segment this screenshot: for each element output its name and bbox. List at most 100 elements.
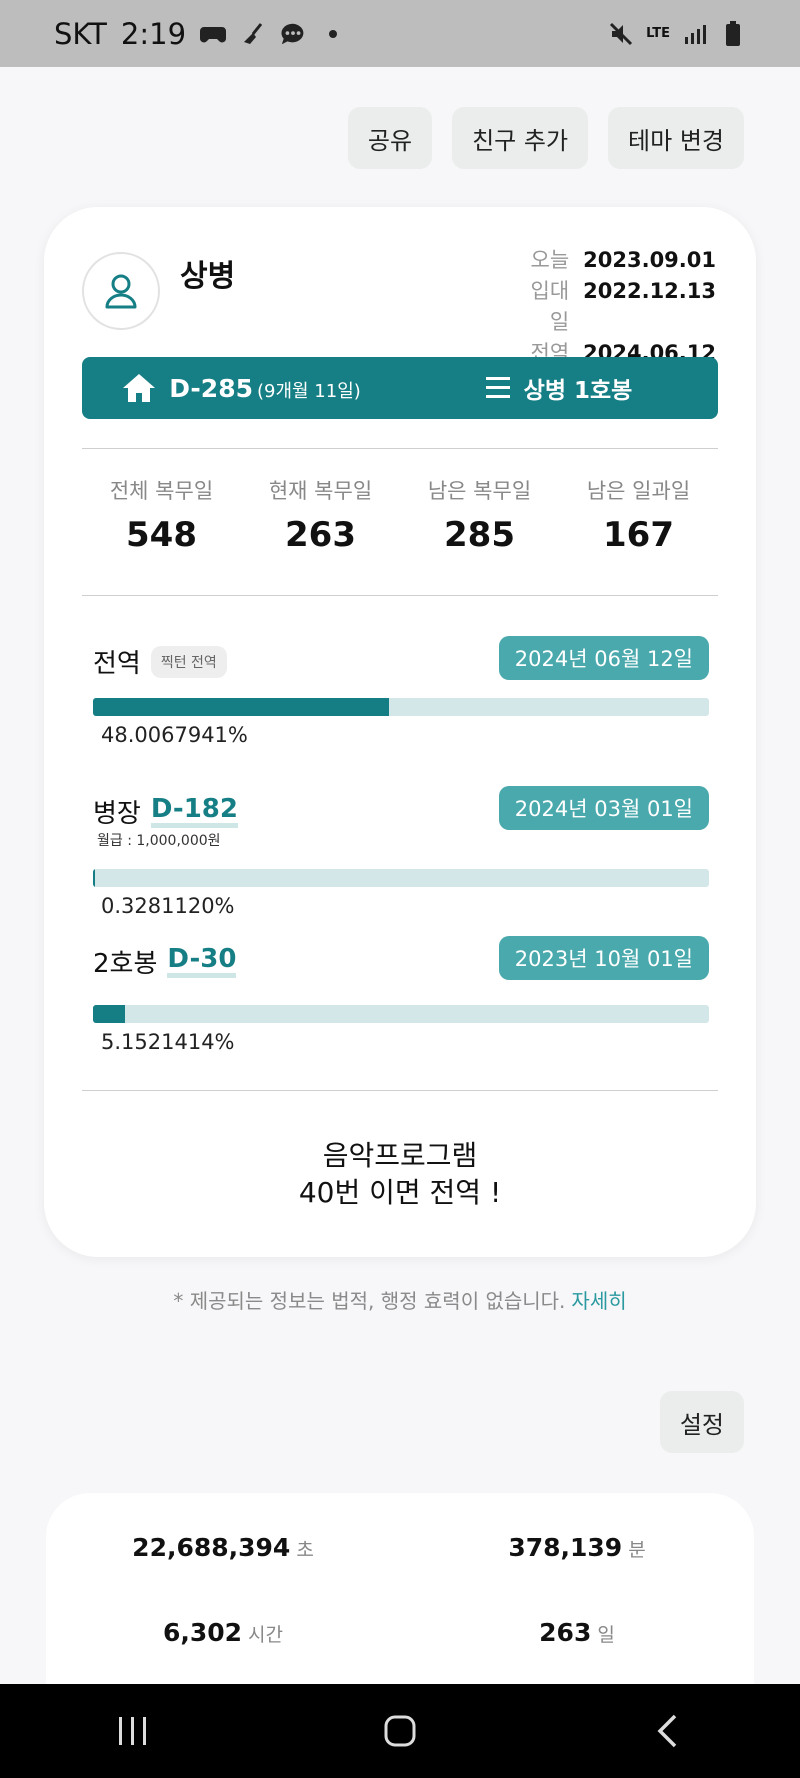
settings-button[interactable]: 설정 (659, 1391, 744, 1453)
date-label: 오늘 (530, 248, 570, 272)
stat-value: 548 (126, 515, 197, 555)
progress-title: 병장 D-182 (93, 793, 238, 830)
progress-percent: 48.0067941% (101, 723, 248, 747)
chat-bubble-icon (280, 21, 306, 47)
progress-header: 2호봉 D-30 2023년 10월 01일 (93, 936, 709, 980)
mute-icon (608, 21, 634, 47)
time-minutes: 378,139 분 (400, 1533, 754, 1562)
dday-count: D-285 (169, 373, 253, 403)
progress-track (93, 869, 709, 887)
user-icon (105, 274, 137, 309)
progress-title: 전역 찍턴 전역 (93, 643, 227, 680)
signal-icon (682, 21, 708, 47)
network-type: LTE (646, 26, 670, 41)
date-value: 2023.09.01 (583, 248, 716, 272)
disclaimer-text: * 제공되는 정보는 법적, 행정 효력이 없습니다. (173, 1289, 566, 1313)
rank-title: 상병 (180, 259, 236, 294)
salary-note: 월급 : 1,000,000원 (97, 833, 221, 849)
time-unit: 분 (628, 1539, 646, 1561)
back-button[interactable] (627, 1701, 707, 1761)
battery-icon (720, 20, 746, 47)
time-value: 263 (539, 1618, 592, 1647)
home-nav-icon (384, 1715, 416, 1747)
dday-banner[interactable]: D-285 (9개월 11일) 상병 1호봉 (82, 357, 718, 419)
progress-title-text: 전역 (93, 649, 141, 679)
time-unit: 시간 (248, 1624, 284, 1646)
time-days: 263 일 (400, 1618, 754, 1647)
date-value: 2022.12.13 (583, 279, 716, 303)
clock: 2:19 (120, 16, 187, 51)
progress-dday: D-30 (167, 945, 237, 978)
rank-step-section: 상병 1호봉 (400, 371, 718, 405)
dday-detail: (9개월 11일) (256, 380, 361, 402)
progress-step2: 2호봉 D-30 2023년 10월 01일 5.1521414% (93, 936, 709, 1054)
home-button[interactable] (360, 1701, 440, 1761)
top-toolbar: 공유 친구 추가 테마 변경 (347, 107, 744, 169)
recent-apps-button[interactable] (93, 1701, 173, 1761)
progress-track (93, 698, 709, 716)
status-bar: SKT 2:19 LTE (0, 0, 800, 67)
time-hours: 6,302 시간 (46, 1618, 400, 1647)
time-unit: 일 (597, 1624, 615, 1646)
time-value: 22,688,394 (132, 1533, 291, 1562)
time-grid: 22,688,394 초 378,139 분 6,302 시간 263 일 (46, 1533, 754, 1647)
notification-dot-icon (320, 21, 346, 47)
progress-fill (93, 1005, 125, 1023)
progress-track (93, 1005, 709, 1023)
progress-fill (93, 869, 96, 887)
game-controller-icon (200, 21, 227, 47)
stat-value: 263 (285, 515, 356, 555)
stat-label: 현재 복무일 (268, 479, 373, 503)
custom-message: 음악프로그램 40번 이면 전역 ! (44, 1137, 756, 1211)
back-icon (657, 1714, 676, 1748)
progress-title-text: 병장 (93, 799, 141, 829)
progress-percent: 0.3281120% (101, 894, 235, 918)
stat-served-days: 현재 복무일 263 (241, 475, 400, 555)
progress-header: 전역 찍턴 전역 2024년 06월 12일 (93, 636, 709, 680)
avatar[interactable] (82, 252, 160, 330)
system-nav-bar (0, 1684, 800, 1778)
message-line: 음악프로그램 (322, 1139, 478, 1172)
stat-remaining-days: 남은 복무일 285 (400, 475, 559, 555)
progress-title-text: 2호봉 (93, 949, 158, 979)
add-friend-button[interactable]: 친구 추가 (452, 107, 589, 169)
recent-apps-icon (119, 1717, 147, 1745)
details-link[interactable]: 자세히 (571, 1289, 626, 1313)
service-card: 상병 오늘2023.09.01 입대일2022.12.13 전역일2024.06… (44, 207, 756, 1257)
time-value: 6,302 (162, 1618, 243, 1647)
change-theme-button[interactable]: 테마 변경 (608, 107, 744, 169)
time-seconds: 22,688,394 초 (46, 1533, 400, 1562)
home-icon (123, 374, 156, 402)
date-label: 입대일 (530, 279, 570, 334)
divider (82, 448, 718, 449)
message-line: 40번 이면 전역 ! (298, 1176, 502, 1209)
divider (82, 595, 718, 596)
disclaimer: * 제공되는 정보는 법적, 행정 효력이 없습니다. 자세히 (0, 1285, 800, 1314)
progress-date-chip[interactable]: 2023년 10월 01일 (498, 936, 709, 980)
progress-date-chip[interactable]: 2024년 03월 01일 (498, 786, 709, 830)
stat-remaining-workdays: 남은 일과일 167 (559, 475, 718, 555)
stat-label: 남은 일과일 (586, 479, 691, 503)
progress-fill (93, 698, 389, 716)
stat-label: 전체 복무일 (109, 479, 214, 503)
time-units-card: 22,688,394 초 378,139 분 6,302 시간 263 일 (46, 1493, 754, 1685)
progress-date-chip[interactable]: 2024년 06월 12일 (498, 636, 709, 680)
divider (82, 1090, 718, 1091)
date-row: 오늘 2023.09.01 (513, 245, 717, 276)
menu-icon (485, 377, 510, 398)
time-unit: 초 (296, 1539, 314, 1561)
stat-total-days: 전체 복무일 548 (82, 475, 241, 555)
progress-title: 2호봉 D-30 (93, 943, 237, 980)
progress-discharge: 전역 찍턴 전역 2024년 06월 12일 48.0067941% (93, 636, 709, 756)
progress-dday: D-182 (150, 795, 238, 828)
time-value: 378,139 (508, 1533, 623, 1562)
share-button[interactable]: 공유 (347, 107, 433, 169)
early-discharge-badge[interactable]: 찍턴 전역 (150, 645, 227, 678)
stat-value: 167 (603, 515, 674, 555)
progress-percent: 5.1521414% (101, 1030, 235, 1054)
carrier-label: SKT (54, 16, 107, 51)
dday-section: D-285 (9개월 11일) (82, 372, 400, 404)
progress-sergeant: 병장 D-182 2024년 03월 01일 월급 : 1,000,000원 0… (93, 786, 709, 918)
rank-step-label: 상병 1호봉 (523, 378, 633, 404)
stats-row: 전체 복무일 548 현재 복무일 263 남은 복무일 285 남은 일과일 167 (82, 475, 718, 555)
